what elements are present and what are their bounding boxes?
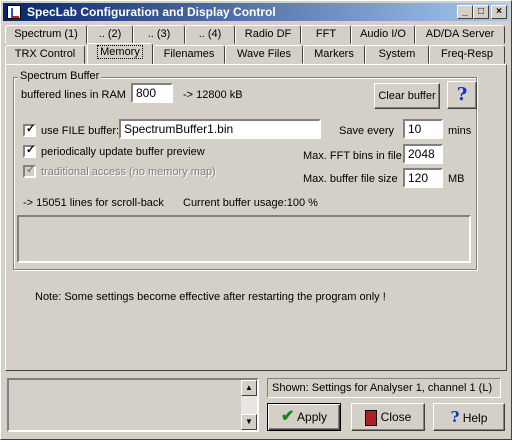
max-buffer-size-input[interactable]: 120 bbox=[403, 168, 443, 188]
help-button-small[interactable]: ? bbox=[447, 81, 477, 109]
tab-label: FFT bbox=[315, 28, 337, 40]
minimize-button[interactable]: _ bbox=[457, 5, 473, 19]
file-buffer-name-input[interactable]: SpectrumBuffer1.bin bbox=[119, 119, 321, 139]
checkmark-icon: ✔ bbox=[280, 408, 295, 425]
maximize-icon: □ bbox=[477, 6, 485, 17]
periodic-update-checkbox[interactable]: ✓ bbox=[23, 144, 36, 158]
help-question-icon: ? bbox=[456, 84, 468, 105]
tab-system[interactable]: System bbox=[365, 45, 429, 64]
tab-label: System bbox=[378, 48, 416, 60]
shown-settings-status: Shown: Settings for Analyser 1, channel … bbox=[267, 378, 501, 398]
buffer-usage-text: Current buffer usage:100 % bbox=[183, 197, 318, 209]
close-button[interactable]: Close bbox=[351, 403, 425, 431]
help-label: Help bbox=[462, 411, 488, 425]
tab-fft[interactable]: FFT bbox=[301, 25, 351, 44]
apply-label: Apply bbox=[297, 410, 328, 424]
maximize-button[interactable]: □ bbox=[473, 5, 489, 19]
restart-note: Note: Some settings become effective aft… bbox=[35, 291, 386, 303]
tab-label: .. (3) bbox=[147, 28, 171, 40]
buffered-lines-input[interactable]: 800 bbox=[131, 83, 173, 103]
check-icon: ✓ bbox=[26, 144, 36, 156]
buffer-size-kb-text: -> 12800 kB bbox=[183, 89, 243, 101]
check-icon: ✓ bbox=[26, 123, 36, 135]
status-scrollbar[interactable]: ▲ ▼ bbox=[241, 380, 257, 430]
title-bar[interactable]: SpecLab Configuration and Display Contro… bbox=[3, 3, 509, 21]
check-icon: ✓ bbox=[26, 164, 36, 176]
tab-spectrum-4[interactable]: .. (4) bbox=[185, 25, 235, 44]
tab-memory[interactable]: Memory bbox=[87, 43, 153, 64]
max-fft-bins-input[interactable]: 2048 bbox=[403, 144, 443, 164]
status-log[interactable]: ▲ ▼ bbox=[7, 378, 259, 432]
max-buffer-size-label: Max. buffer file size bbox=[303, 173, 398, 185]
close-label: Close bbox=[380, 410, 412, 424]
use-file-buffer-label: use FILE buffer: bbox=[41, 125, 120, 137]
tab-label: AD/DA Server bbox=[425, 28, 495, 40]
tab-label: .. (2) bbox=[98, 28, 122, 40]
tab-label: Freq-Resp bbox=[441, 48, 493, 60]
speclab-app-icon bbox=[7, 5, 21, 19]
window-title: SpecLab Configuration and Display Contro… bbox=[27, 5, 276, 19]
config-window: SpecLab Configuration and Display Contro… bbox=[0, 0, 512, 440]
tab-spectrum-1[interactable]: Spectrum (1) bbox=[5, 25, 87, 44]
scrollback-text: -> 15051 lines for scroll-back bbox=[23, 197, 164, 209]
save-every-unit: mins bbox=[448, 125, 472, 137]
traditional-access-label: traditional access (no memory map) bbox=[41, 166, 216, 178]
tab-label: TRX Control bbox=[14, 48, 76, 60]
tab-spectrum-2[interactable]: .. (2) bbox=[87, 25, 133, 44]
group-legend: Spectrum Buffer bbox=[18, 70, 102, 82]
close-icon: × bbox=[496, 6, 502, 17]
max-buffer-size-unit: MB bbox=[448, 173, 465, 185]
tab-wave-files[interactable]: Wave Files bbox=[225, 45, 303, 64]
help-question-icon: ? bbox=[450, 408, 460, 426]
tab-audio-io[interactable]: Audio I/O bbox=[351, 25, 415, 44]
help-button[interactable]: ? Help bbox=[433, 403, 505, 431]
scroll-down-icon[interactable]: ▼ bbox=[241, 414, 257, 430]
use-file-buffer-checkbox[interactable]: ✓ bbox=[23, 123, 36, 137]
tab-label: .. (4) bbox=[198, 28, 222, 40]
tab-trx-control[interactable]: TRX Control bbox=[5, 45, 85, 64]
tab-filenames[interactable]: Filenames bbox=[153, 45, 225, 64]
tab-label: Audio I/O bbox=[360, 28, 406, 40]
buffered-lines-label: buffered lines in RAM bbox=[21, 89, 126, 101]
tab-label: Markers bbox=[314, 48, 354, 60]
clear-buffer-button[interactable]: Clear buffer bbox=[374, 83, 440, 109]
door-icon bbox=[364, 409, 377, 426]
buffer-preview-area bbox=[17, 215, 471, 263]
tab-label: Spectrum (1) bbox=[14, 28, 78, 40]
tab-markers[interactable]: Markers bbox=[303, 45, 365, 64]
tab-label: Radio DF bbox=[244, 28, 292, 40]
tab-radio-df[interactable]: Radio DF bbox=[235, 25, 301, 44]
periodic-update-label: periodically update buffer preview bbox=[41, 146, 205, 158]
close-window-button[interactable]: × bbox=[491, 5, 507, 19]
tab-label: Filenames bbox=[163, 48, 215, 60]
scroll-up-icon[interactable]: ▲ bbox=[241, 380, 257, 396]
apply-button[interactable]: ✔ Apply bbox=[267, 403, 341, 431]
tab-label: Wave Files bbox=[237, 48, 291, 60]
tab-freq-resp[interactable]: Freq-Resp bbox=[429, 45, 505, 64]
save-every-input[interactable]: 10 bbox=[403, 119, 443, 139]
minimize-icon: _ bbox=[462, 6, 468, 17]
max-fft-bins-label: Max. FFT bins in file bbox=[303, 150, 402, 162]
tab-spectrum-3[interactable]: .. (3) bbox=[133, 25, 185, 44]
save-every-label: Save every bbox=[339, 125, 395, 137]
tab-label: Memory bbox=[97, 45, 143, 59]
tab-ad-da-server[interactable]: AD/DA Server bbox=[415, 25, 505, 44]
traditional-access-checkbox: ✓ bbox=[23, 164, 36, 178]
